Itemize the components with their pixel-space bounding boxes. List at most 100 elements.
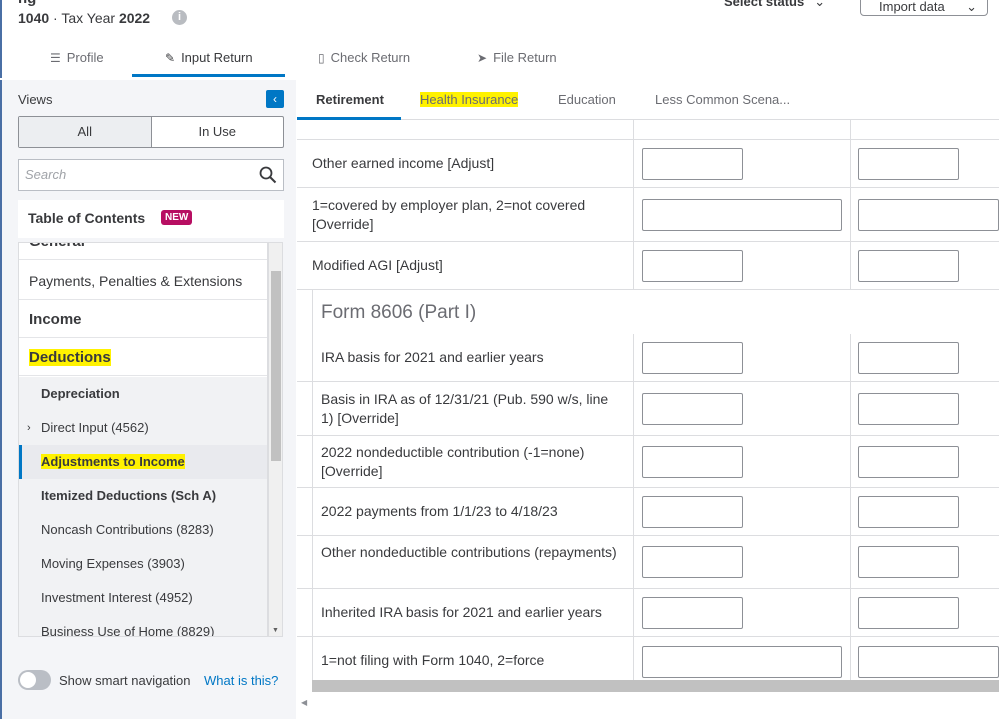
nav-item-direct-input[interactable]: › Direct Input (4562): [19, 411, 267, 445]
grid-row: [297, 120, 999, 140]
nav-item-investment-interest[interactable]: Investment Interest (4952): [19, 581, 267, 615]
nav-item-itemized-deductions[interactable]: Itemized Deductions (Sch A): [19, 479, 267, 513]
grid-row: Inherited IRA basis for 2021 and earlier…: [297, 589, 999, 637]
nav-item-label: Depreciation: [41, 386, 120, 401]
column-divider: [633, 242, 634, 289]
column-divider: [850, 589, 851, 636]
nav-scrollbar[interactable]: ▼: [268, 242, 283, 637]
subtab-education[interactable]: Education: [558, 92, 616, 107]
column-divider: [633, 188, 634, 241]
row-label: Other nondeductible contributions (repay…: [321, 544, 617, 560]
basis-in-ira-field-spouse[interactable]: [858, 393, 959, 425]
inherited-ira-basis-field-spouse[interactable]: [858, 597, 959, 629]
nav-scroll-thumb[interactable]: [271, 271, 281, 461]
horizontal-scrollbar[interactable]: [312, 680, 999, 692]
not-filing-with-1040-field[interactable]: [642, 646, 842, 678]
other-nondeductible-contributions-field-spouse[interactable]: [858, 546, 959, 578]
select-status-dropdown[interactable]: Select status ⌄: [724, 0, 825, 10]
info-icon[interactable]: i: [172, 10, 187, 25]
smart-navigation-toggle[interactable]: [18, 670, 51, 690]
nav-item-label: Investment Interest (4952): [41, 590, 193, 605]
tab-check-return[interactable]: ▯ Check Return: [318, 50, 410, 78]
select-status-label: Select status: [724, 0, 805, 9]
row-label: Basis in IRA as of 12/31/21 (Pub. 590 w/…: [321, 391, 609, 426]
subtab-less-common[interactable]: Less Common Scena...: [655, 92, 790, 107]
other-earned-income-field-spouse[interactable]: [858, 148, 959, 180]
subtab-health-insurance-label: Health Insurance: [420, 92, 519, 107]
tab-profile[interactable]: ☰ Profile: [50, 50, 104, 78]
column-divider: [633, 436, 634, 487]
nav-item-label: Direct Input (4562): [41, 420, 149, 435]
column-divider: [850, 188, 851, 241]
nav-item-deductions[interactable]: Deductions: [19, 339, 267, 376]
nav-item-label: Income: [29, 311, 82, 328]
column-divider: [850, 488, 851, 535]
column-divider: [850, 637, 851, 680]
grid-row: 2022 payments from 1/1/23 to 4/18/23: [297, 488, 999, 536]
new-badge: NEW: [161, 210, 193, 225]
column-divider: [633, 488, 634, 535]
row-label: 2022 nondeductible contribution (-1=none…: [321, 444, 585, 479]
nav-item-income[interactable]: Income: [19, 301, 267, 338]
search-input[interactable]: [25, 167, 245, 182]
nav-item-noncash-contributions[interactable]: Noncash Contributions (8283): [19, 513, 267, 547]
nav-item-payments[interactable]: Payments, Penalties & Extensions: [19, 263, 267, 300]
nav-item-depreciation[interactable]: Depreciation: [19, 377, 267, 411]
nav-item-label: Itemized Deductions (Sch A): [41, 488, 217, 503]
nondeductible-contribution-field[interactable]: [642, 446, 743, 478]
payments-2023-field-spouse[interactable]: [858, 496, 959, 528]
nav-item-adjustments-to-income[interactable]: Adjustments to Income: [19, 445, 267, 479]
nav-item-business-use-of-home[interactable]: Business Use of Home (8829): [19, 615, 267, 636]
inherited-ira-basis-field[interactable]: [642, 597, 743, 629]
tax-year: 2022: [118, 10, 151, 26]
row-label: 1=not filing with Form 1040, 2=force: [321, 652, 545, 668]
nav-item-label: Deductions: [29, 349, 111, 366]
column-divider: [633, 382, 634, 435]
form-number: 1040: [18, 10, 50, 26]
column-divider: [850, 536, 851, 588]
tab-file-return[interactable]: ➤ File Return: [477, 50, 557, 78]
smart-navigation-label: Show smart navigation: [59, 673, 191, 688]
view-in-use-button[interactable]: In Use: [152, 117, 284, 147]
not-filing-with-1040-field-spouse[interactable]: [858, 646, 999, 678]
nav-list: General Payments, Penalties & Extensions…: [18, 242, 268, 637]
other-nondeductible-contributions-field[interactable]: [642, 546, 743, 578]
nav-item-label: Adjustments to Income: [41, 454, 185, 469]
what-is-this-link[interactable]: What is this?: [204, 673, 278, 688]
modified-agi-field[interactable]: [642, 250, 743, 282]
subtab-health-insurance[interactable]: Health Insurance: [420, 92, 519, 107]
toggle-knob: [20, 672, 36, 688]
nav-item-general[interactable]: General: [19, 243, 267, 260]
collapse-sidebar-button[interactable]: ‹: [266, 90, 284, 108]
scroll-left-arrow-icon[interactable]: ◀: [301, 698, 307, 707]
ira-basis-2021-field-spouse[interactable]: [858, 342, 959, 374]
nav-item-moving-expenses[interactable]: Moving Expenses (3903): [19, 547, 267, 581]
scroll-down-arrow-icon[interactable]: ▼: [272, 627, 279, 634]
import-data-button[interactable]: Import data ⌄: [860, 0, 988, 16]
view-all-button[interactable]: All: [19, 117, 152, 147]
other-earned-income-field[interactable]: [642, 148, 743, 180]
payments-2023-field[interactable]: [642, 496, 743, 528]
grid-row: Other nondeductible contributions (repay…: [297, 536, 999, 589]
chevron-right-icon[interactable]: ›: [27, 411, 31, 445]
search-icon[interactable]: [259, 166, 277, 184]
column-divider: [850, 120, 851, 139]
column-divider: [633, 589, 634, 636]
covered-by-employer-plan-field[interactable]: [642, 199, 842, 231]
column-divider: [850, 436, 851, 487]
row-label: Inherited IRA basis for 2021 and earlier…: [321, 604, 602, 620]
basis-in-ira-field[interactable]: [642, 393, 743, 425]
chevron-down-icon: ⌄: [814, 0, 826, 9]
views-label: Views: [18, 92, 53, 107]
row-label: Other earned income [Adjust]: [312, 155, 495, 171]
document-icon: ▯: [318, 51, 325, 65]
nondeductible-contribution-field-spouse[interactable]: [858, 446, 959, 478]
grid-row: Basis in IRA as of 12/31/21 (Pub. 590 w/…: [297, 382, 999, 436]
nav-item-label: Noncash Contributions (8283): [41, 522, 214, 537]
covered-by-employer-plan-field-spouse[interactable]: [858, 199, 999, 231]
subtab-retirement[interactable]: Retirement: [316, 92, 384, 107]
column-divider: [850, 382, 851, 435]
modified-agi-field-spouse[interactable]: [858, 250, 959, 282]
ira-basis-2021-field[interactable]: [642, 342, 743, 374]
sub-tabs: Retirement Health Insurance Education Le…: [297, 80, 999, 120]
